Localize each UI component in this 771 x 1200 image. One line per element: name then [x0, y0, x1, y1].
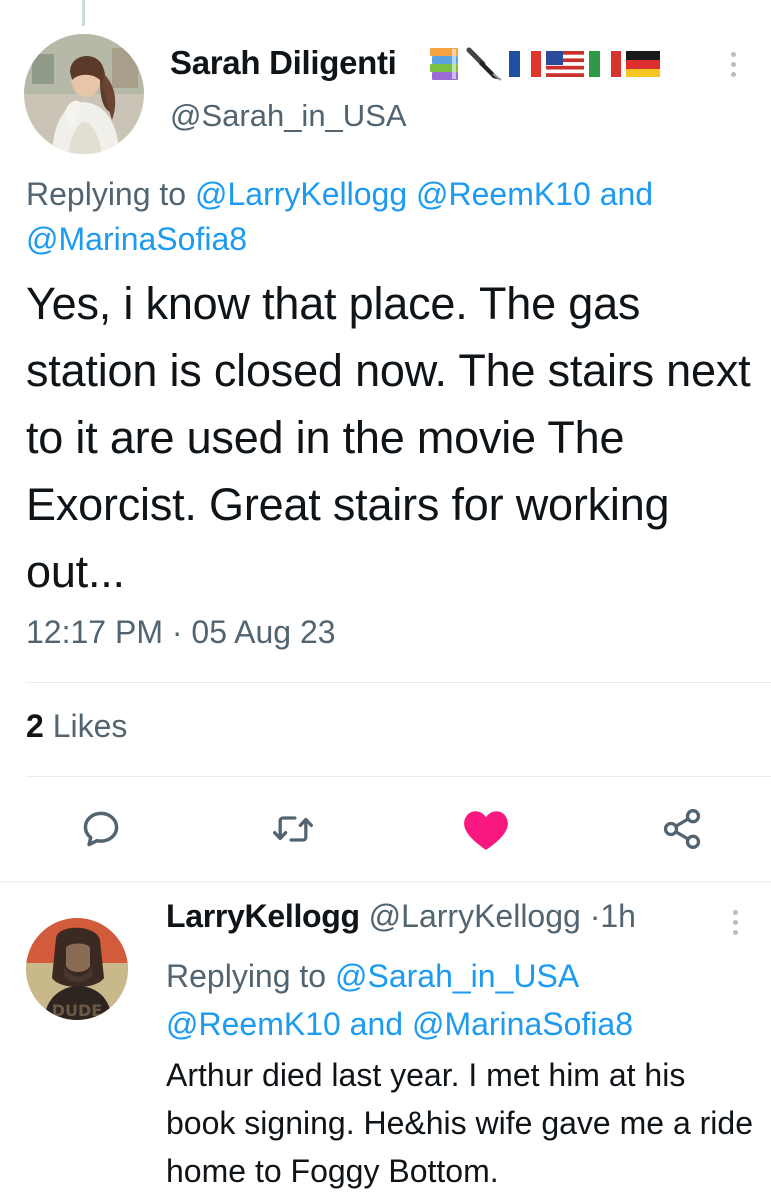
flag-italy-icon	[589, 51, 621, 77]
author-handle[interactable]: @Sarah_in_USA	[170, 98, 407, 134]
books-emoji-icon	[430, 48, 458, 80]
replying-to-line: Replying to @LarryKellogg @ReemK10 and @…	[26, 172, 746, 262]
mention-link[interactable]: @Sarah_in_USA	[335, 958, 579, 994]
name-emoji-badges	[428, 44, 661, 84]
mention-link[interactable]: @MarinaSofia8	[26, 221, 247, 257]
likes-count[interactable]: 2 Likes	[26, 708, 127, 745]
share-button[interactable]	[654, 806, 710, 852]
reply-more-options-icon[interactable]	[733, 910, 738, 935]
flag-france-icon	[509, 51, 541, 77]
author-name[interactable]: Sarah Diligenti	[170, 44, 397, 82]
share-icon	[663, 809, 701, 849]
flag-germany-icon	[626, 51, 660, 77]
reply-avatar-image: DUDE	[26, 918, 128, 1020]
like-button[interactable]	[458, 806, 514, 852]
reply-replying-to-line: Replying to @Sarah_in_USA @ReemK10 and @…	[166, 952, 756, 1048]
thread-connector-line	[82, 0, 85, 26]
heart-icon-shape	[464, 811, 508, 850]
reply-time-separator: ·	[589, 898, 601, 934]
heart-icon	[464, 811, 508, 850]
author-avatar[interactable]	[24, 34, 144, 154]
tweet-timestamp[interactable]: 12:17 PM · 05 Aug 23	[26, 614, 336, 651]
retweet-button[interactable]	[265, 806, 321, 852]
retweet-icon	[273, 816, 313, 842]
mention-and-text[interactable]: and	[350, 1006, 403, 1042]
replying-to-label: Replying to	[166, 958, 327, 994]
more-options-icon[interactable]	[731, 52, 736, 77]
section-separator	[0, 881, 771, 883]
replying-to-label: Replying to	[26, 176, 187, 212]
reply-icon	[83, 811, 119, 847]
reply-text: Arthur died last year. I met him at his …	[166, 1057, 753, 1189]
mention-link[interactable]: @MarinaSofia8	[412, 1006, 633, 1042]
likes-number: 2	[26, 708, 44, 744]
likes-label: Likes	[52, 708, 128, 744]
divider	[26, 776, 771, 777]
reply-author-handle[interactable]: @LarryKellogg	[369, 898, 581, 934]
reply-button[interactable]	[73, 806, 129, 852]
reply-author-name[interactable]: LarryKellogg	[166, 898, 360, 934]
reply-author-avatar[interactable]: DUDE	[26, 918, 128, 1020]
mention-link[interactable]: @LarryKellogg	[195, 176, 407, 212]
author-avatar-image	[24, 34, 144, 154]
mention-link[interactable]: @ReemK10	[166, 1006, 341, 1042]
mention-and-text[interactable]: and	[600, 176, 653, 212]
fountain-pen-emoji-icon	[466, 47, 502, 81]
tweet-text: Yes, i know that place. The gas station …	[26, 278, 751, 597]
divider	[26, 682, 771, 683]
mention-link[interactable]: @ReemK10	[416, 176, 591, 212]
reply-time[interactable]: 1h	[600, 898, 636, 934]
avatar-caption: DUDE	[52, 1001, 102, 1020]
reply-header: LarryKellogg @LarryKellogg ·1h	[166, 898, 636, 935]
flag-usa-icon	[546, 51, 584, 77]
